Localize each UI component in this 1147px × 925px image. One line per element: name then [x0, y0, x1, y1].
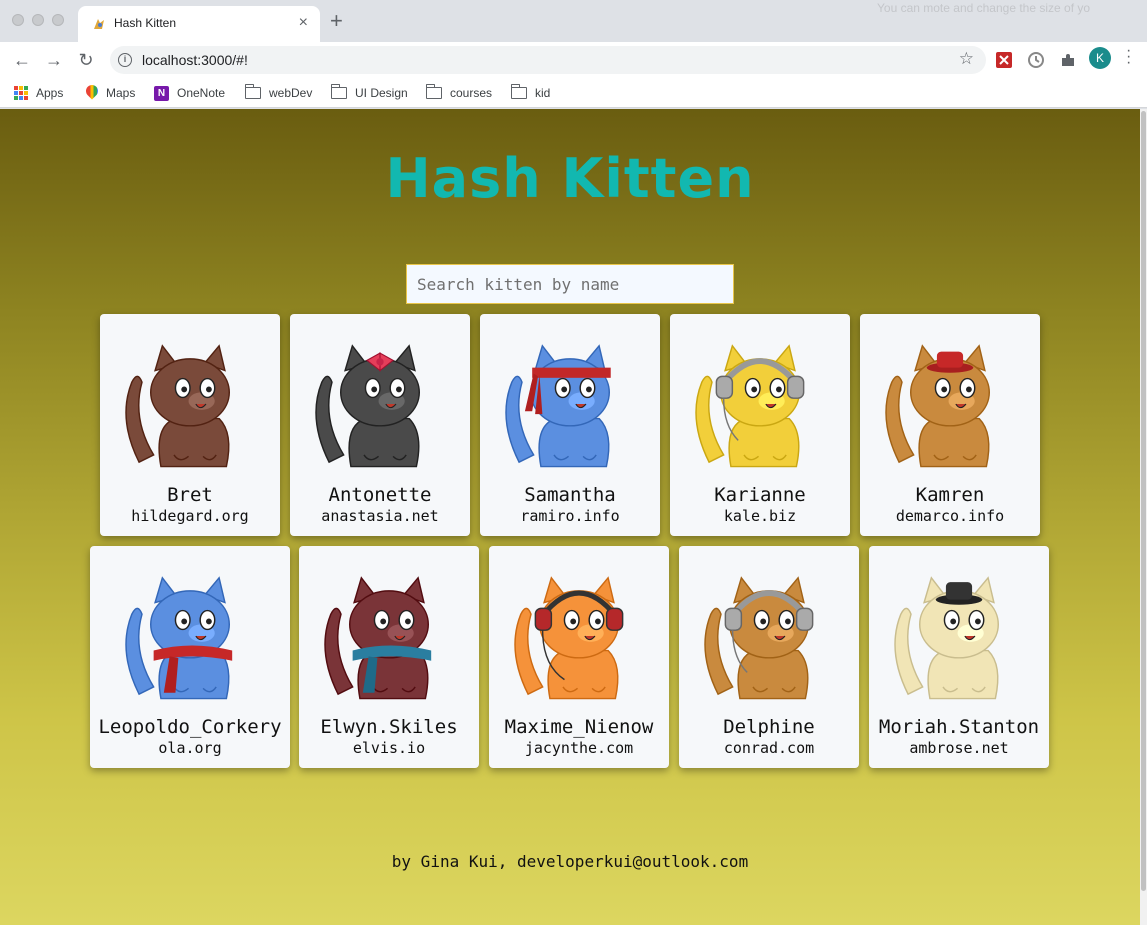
bookmark-label: OneNote: [177, 86, 226, 100]
kitten-email: jacynthe.com: [524, 739, 634, 757]
kitten-card[interactable]: Maxime_Nienow jacynthe.com: [489, 546, 669, 768]
kitten-email: hildegard.org: [131, 507, 249, 525]
kitten-card[interactable]: Bret hildegard.org: [100, 314, 280, 536]
bookmark-kid[interactable]: kid: [510, 83, 551, 103]
onenote-icon: N: [154, 85, 169, 101]
kitten-card[interactable]: Leopoldo_Corkery ola.org: [90, 546, 290, 768]
site-info-icon[interactable]: i: [118, 53, 132, 67]
kitten-avatar-6: [324, 576, 432, 700]
kitten-name: Elwyn.Skiles: [320, 716, 458, 738]
bookmark-onenote[interactable]: N OneNote: [154, 83, 225, 103]
bookmark-ui-design[interactable]: UI Design: [330, 83, 408, 103]
kitten-name: Karianne: [714, 484, 806, 506]
close-window-icon[interactable]: [12, 14, 24, 26]
extension-red-icon[interactable]: [994, 50, 1014, 70]
bookmark-star-icon[interactable]: ☆: [959, 49, 974, 69]
browser-menu-icon[interactable]: · · ·: [1126, 43, 1134, 71]
apps-grid-icon: [14, 86, 28, 100]
kitten-name: Delphine: [723, 716, 815, 738]
kitten-card[interactable]: Elwyn.Skiles elvis.io: [299, 546, 479, 768]
kitten-avatar-7: [514, 576, 624, 700]
bookmarks-bar: Apps Maps N OneNote webDev UI Design cou…: [0, 78, 1147, 108]
kitten-email: ambrose.net: [909, 739, 1009, 757]
kitten-email: anastasia.net: [321, 507, 439, 525]
kitten-email: kale.biz: [723, 507, 797, 525]
url-text[interactable]: localhost:3000/#!: [142, 52, 248, 68]
kitten-avatar-0: [125, 344, 230, 468]
browser-toolbar: ← → ↻ i localhost:3000/#! ☆: [0, 42, 1147, 78]
bookmark-label: kid: [535, 86, 551, 100]
kitten-name: Kamren: [915, 484, 985, 506]
profile-avatar[interactable]: K: [1089, 47, 1111, 69]
kitten-card[interactable]: Karianne kale.biz: [670, 314, 850, 536]
bookmark-courses[interactable]: courses: [425, 83, 493, 103]
maps-pin-icon: [86, 85, 98, 101]
kitten-avatar-4: [885, 344, 990, 468]
new-tab-button[interactable]: +: [330, 10, 343, 32]
back-icon[interactable]: ←: [10, 48, 34, 72]
extension-timer-icon[interactable]: [1026, 50, 1046, 70]
tab-strip: Hash Kitten × + You can mote and change …: [0, 0, 1147, 42]
kitten-email: elvis.io: [352, 739, 426, 757]
bookmark-apps[interactable]: Apps: [14, 83, 63, 103]
kitten-card[interactable]: Samantha ramiro.info: [480, 314, 660, 536]
bookmark-label: courses: [450, 86, 493, 100]
folder-icon: [330, 84, 347, 99]
bookmark-label: Maps: [106, 86, 136, 100]
bookmark-label: Apps: [36, 86, 64, 100]
footer-credit: by Gina Kui, developerkui@outlook.com: [391, 852, 749, 871]
kitten-name: Antonette: [328, 484, 432, 506]
minimize-window-icon[interactable]: [32, 14, 44, 26]
kitten-card[interactable]: Antonette anastasia.net: [290, 314, 470, 536]
kitten-avatar-1: [315, 344, 420, 468]
kitten-name: Bret: [167, 484, 213, 506]
extensions-puzzle-icon[interactable]: [1058, 50, 1078, 70]
reload-icon[interactable]: ↻: [74, 48, 98, 72]
kitten-avatar-5: [125, 576, 233, 700]
kitten-avatar-3: [695, 344, 805, 468]
kitten-avatar-2: [505, 344, 611, 468]
folder-icon: [244, 84, 261, 99]
kitten-email: ola.org: [158, 739, 222, 757]
window-controls[interactable]: [12, 14, 64, 26]
kitten-email: conrad.com: [723, 739, 815, 757]
search-input[interactable]: [406, 264, 734, 304]
folder-icon: [510, 84, 527, 99]
tab-close-icon[interactable]: ×: [299, 14, 308, 32]
background-window-text: You can mote and change the size of yo: [877, 1, 1091, 15]
kitten-card[interactable]: Kamren demarco.info: [860, 314, 1040, 536]
page-viewport: Hash Kitten Brethildegard.orgAntonettean…: [0, 109, 1140, 925]
kitten-card[interactable]: Moriah.Stanton ambrose.net: [869, 546, 1049, 768]
favicon-icon: [94, 19, 104, 29]
tab-title: Hash Kitten: [114, 16, 177, 30]
forward-icon[interactable]: →: [42, 48, 66, 72]
kitten-card[interactable]: Delphine conrad.com: [679, 546, 859, 768]
maximize-window-icon[interactable]: [52, 14, 64, 26]
bookmark-label: UI Design: [355, 86, 408, 100]
kitten-name: Samantha: [524, 484, 616, 506]
bookmark-maps[interactable]: Maps: [86, 83, 135, 103]
kitten-avatar-8: [704, 576, 814, 700]
page-scrollbar[interactable]: [1140, 109, 1147, 925]
kitten-avatar-9: [894, 576, 999, 700]
bookmark-webdev[interactable]: webDev: [244, 83, 313, 103]
scrollbar-thumb[interactable]: [1141, 111, 1146, 891]
kitten-name: Leopoldo_Corkery: [98, 716, 282, 738]
kitten-email: ramiro.info: [520, 507, 620, 525]
bookmark-label: webDev: [269, 86, 313, 100]
kitten-email: demarco.info: [895, 507, 1005, 525]
address-bar[interactable]: i localhost:3000/#! ☆: [110, 46, 986, 74]
folder-icon: [425, 84, 442, 99]
page-title: Hash Kitten: [385, 147, 755, 210]
kitten-name: Moriah.Stanton: [878, 716, 1040, 738]
tab-hash-kitten[interactable]: Hash Kitten ×: [78, 6, 320, 42]
kitten-name: Maxime_Nienow: [504, 716, 654, 738]
